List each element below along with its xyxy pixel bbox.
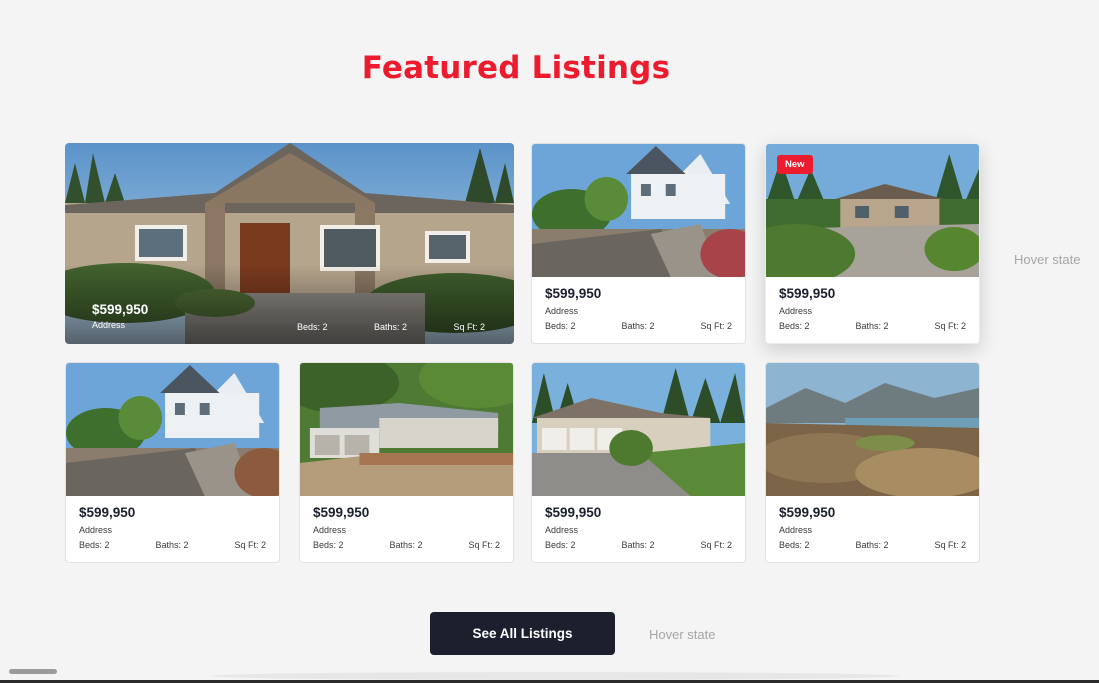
listing-info: $599,950 Address Beds: 2 Baths: 2 Sq Ft:… (545, 505, 732, 550)
listing-baths: Baths: 2 (155, 540, 189, 550)
listing-info: $599,950 Address Beds: 2 Baths: 2 Sq Ft:… (545, 286, 732, 331)
card-hover-annotation: Hover state (1014, 252, 1081, 267)
listing-beds: Beds: 2 (779, 321, 810, 331)
listing-beds: Beds: 2 (545, 321, 576, 331)
listing-price: $599,950 (79, 505, 136, 520)
listing-photo (300, 363, 513, 496)
listing-baths: Baths: 2 (855, 321, 889, 331)
listing-address: Address (79, 525, 113, 535)
featured-address: Address (92, 320, 126, 330)
listing-sqft: Sq Ft: 2 (700, 321, 732, 331)
listing-card-hovered[interactable]: New $599,950 Address Beds: 2 Baths: 2 Sq… (765, 143, 980, 344)
listing-beds: Beds: 2 (545, 540, 576, 550)
listing-price: $599,950 (313, 505, 370, 520)
section-title: Featured Listings (361, 50, 671, 86)
listing-beds: Beds: 2 (313, 540, 344, 550)
button-hover-annotation: Hover state (649, 627, 716, 642)
bottom-shadow (210, 672, 900, 680)
listing-baths: Baths: 2 (389, 540, 423, 550)
horizontal-scrollbar[interactable] (9, 669, 57, 674)
listing-stats: Beds: 2 Baths: 2 Sq Ft: 2 (545, 321, 732, 331)
listing-address: Address (313, 525, 347, 535)
listing-baths: Baths: 2 (621, 321, 655, 331)
listing-card[interactable]: $599,950 Address Beds: 2 Baths: 2 Sq Ft:… (65, 362, 280, 563)
listing-photo (532, 144, 745, 277)
new-badge: New (777, 155, 813, 174)
listing-info: $599,950 Address Beds: 2 Baths: 2 Sq Ft:… (313, 505, 500, 550)
featured-price: $599,950 (92, 302, 149, 317)
listing-address: Address (779, 525, 813, 535)
listing-card[interactable]: $599,950 Address Beds: 2 Baths: 2 Sq Ft:… (531, 362, 746, 563)
listing-price: $599,950 (545, 505, 602, 520)
see-all-listings-button[interactable]: See All Listings (430, 612, 615, 655)
featured-stats: Beds: 2 Baths: 2 Sq Ft: 2 (297, 322, 485, 332)
listing-address: Address (779, 306, 813, 316)
listing-info: $599,950 Address Beds: 2 Baths: 2 Sq Ft:… (779, 286, 966, 331)
listing-stats: Beds: 2 Baths: 2 Sq Ft: 2 (779, 321, 966, 331)
listing-price: $599,950 (779, 505, 836, 520)
listing-baths: Baths: 2 (855, 540, 889, 550)
listing-stats: Beds: 2 Baths: 2 Sq Ft: 2 (545, 540, 732, 550)
listing-address: Address (545, 306, 579, 316)
listing-card[interactable]: $599,950 Address Beds: 2 Baths: 2 Sq Ft:… (299, 362, 514, 563)
listing-stats: Beds: 2 Baths: 2 Sq Ft: 2 (779, 540, 966, 550)
listing-sqft: Sq Ft: 2 (468, 540, 500, 550)
listing-price: $599,950 (545, 286, 602, 301)
listing-photo (66, 363, 279, 496)
featured-sqft: Sq Ft: 2 (453, 322, 485, 332)
listing-photo (766, 363, 979, 496)
listing-beds: Beds: 2 (79, 540, 110, 550)
listing-price: $599,950 (779, 286, 836, 301)
featured-beds: Beds: 2 (297, 322, 328, 332)
listing-sqft: Sq Ft: 2 (700, 540, 732, 550)
featured-listing-card[interactable]: $599,950 Address Beds: 2 Baths: 2 Sq Ft:… (65, 143, 514, 344)
listing-card[interactable]: $599,950 Address Beds: 2 Baths: 2 Sq Ft:… (531, 143, 746, 344)
listing-stats: Beds: 2 Baths: 2 Sq Ft: 2 (79, 540, 266, 550)
listing-photo (532, 363, 745, 496)
listing-address: Address (545, 525, 579, 535)
listing-info: $599,950 Address Beds: 2 Baths: 2 Sq Ft:… (779, 505, 966, 550)
listing-sqft: Sq Ft: 2 (934, 321, 966, 331)
listing-card[interactable]: $599,950 Address Beds: 2 Baths: 2 Sq Ft:… (765, 362, 980, 563)
listing-baths: Baths: 2 (621, 540, 655, 550)
listing-sqft: Sq Ft: 2 (934, 540, 966, 550)
listing-stats: Beds: 2 Baths: 2 Sq Ft: 2 (313, 540, 500, 550)
featured-baths: Baths: 2 (373, 322, 408, 332)
listing-sqft: Sq Ft: 2 (234, 540, 266, 550)
listing-beds: Beds: 2 (779, 540, 810, 550)
listing-info: $599,950 Address Beds: 2 Baths: 2 Sq Ft:… (79, 505, 266, 550)
